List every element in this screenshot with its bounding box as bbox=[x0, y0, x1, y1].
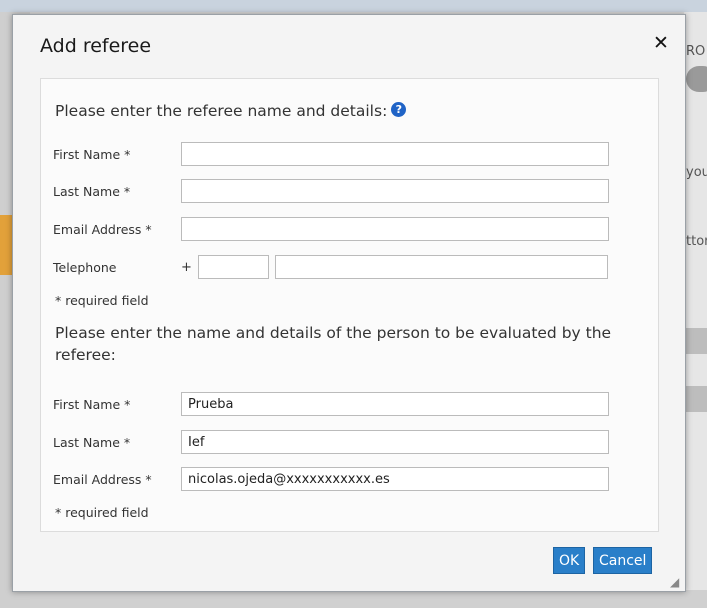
referee-email-label: Email Address * bbox=[53, 222, 152, 237]
telephone-number-input[interactable] bbox=[275, 255, 608, 279]
telephone-country-code-input[interactable] bbox=[198, 255, 269, 279]
required-field-note: * required field bbox=[55, 293, 149, 308]
evaluated-first-name-label: First Name * bbox=[53, 397, 131, 412]
evaluated-email-input[interactable] bbox=[181, 467, 609, 491]
cancel-button[interactable]: Cancel bbox=[593, 547, 653, 574]
referee-telephone-label: Telephone bbox=[53, 260, 117, 275]
background-row-bar bbox=[684, 328, 707, 354]
referee-section-heading: Please enter the referee name and detail… bbox=[55, 100, 407, 122]
background-right-column bbox=[684, 12, 707, 608]
background-text-fragment: you bbox=[686, 165, 707, 180]
help-icon[interactable]: ? bbox=[391, 102, 407, 117]
required-field-note: * required field bbox=[55, 505, 149, 520]
close-icon[interactable]: ✕ bbox=[651, 33, 671, 53]
referee-first-name-input[interactable] bbox=[181, 142, 609, 166]
telephone-plus-sign: + bbox=[181, 260, 192, 275]
evaluated-first-name-input[interactable] bbox=[181, 392, 609, 416]
referee-last-name-label: Last Name * bbox=[53, 184, 131, 199]
background-text-fragment: ttor bbox=[686, 234, 707, 249]
background-top-bar bbox=[0, 0, 707, 12]
referee-heading-text: Please enter the referee name and detail… bbox=[55, 102, 388, 120]
referee-last-name-input[interactable] bbox=[181, 179, 609, 203]
evaluated-email-label: Email Address * bbox=[53, 472, 152, 487]
add-referee-dialog: Add referee ✕ Please enter the referee n… bbox=[12, 14, 686, 592]
evaluated-last-name-input[interactable] bbox=[181, 430, 609, 454]
background-row-bar bbox=[684, 386, 707, 412]
referee-first-name-label: First Name * bbox=[53, 147, 131, 162]
background-bottom-bar bbox=[30, 590, 707, 608]
resize-grip-icon[interactable]: ◢ bbox=[670, 576, 682, 588]
ok-button[interactable]: OK bbox=[553, 547, 586, 574]
background-text-fragment: RO bbox=[686, 44, 706, 59]
evaluated-section-heading: Please enter the name and details of the… bbox=[55, 324, 612, 364]
form-panel: Please enter the referee name and detail… bbox=[40, 78, 659, 532]
evaluated-last-name-label: Last Name * bbox=[53, 435, 131, 450]
background-toggle bbox=[686, 66, 707, 92]
referee-email-input[interactable] bbox=[181, 217, 609, 241]
dialog-title: Add referee bbox=[40, 35, 152, 57]
